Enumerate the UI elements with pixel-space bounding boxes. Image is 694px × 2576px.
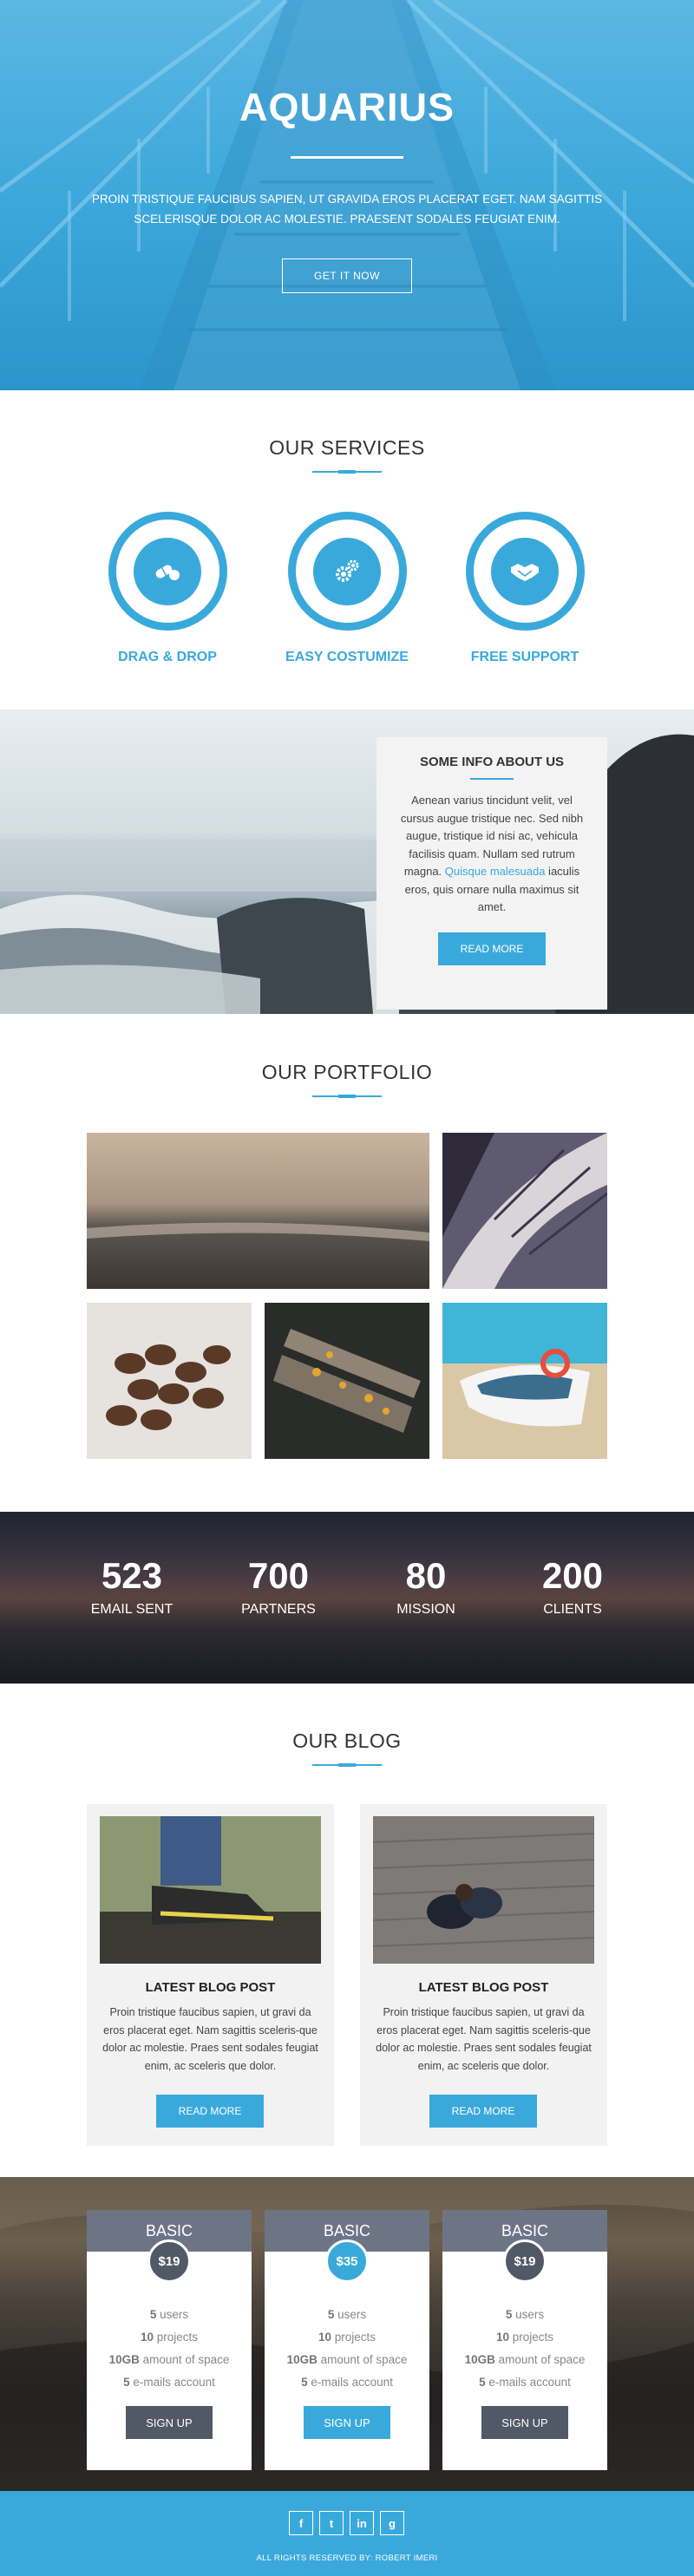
- service-ring: [465, 512, 585, 631]
- beach-image: [87, 1133, 429, 1289]
- pricing-features: 5 users 10 projects 10GB amount of space…: [108, 2308, 230, 2389]
- counter-label: EMAIL SENT: [90, 1602, 174, 1617]
- blog-post-title: LATEST BLOG POST: [418, 1980, 549, 1995]
- boat-image: [442, 1303, 607, 1459]
- counter-label: CLIENTS: [543, 1602, 602, 1617]
- couple-image: [373, 1816, 594, 1964]
- read-more-button[interactable]: READ MORE: [438, 932, 546, 965]
- blog-card: LATEST BLOG POST Proin tristique faucibu…: [87, 1804, 334, 2146]
- services-title: OUR SERVICES: [269, 436, 425, 459]
- counter-label: PARTNERS: [241, 1602, 316, 1617]
- counter-label: MISSION: [396, 1602, 455, 1617]
- counter-partners: 700 PARTNERS: [218, 1555, 339, 1618]
- info-link[interactable]: Quisque malesuada: [445, 865, 546, 878]
- blog-card: LATEST BLOG POST Proin tristique faucibu…: [360, 1804, 607, 2146]
- service-ring: [287, 512, 407, 631]
- blog-post-title: LATEST BLOG POST: [145, 1980, 276, 1995]
- counter-value: 200: [541, 1555, 604, 1596]
- counter-email-sent: 523 EMAIL SENT: [71, 1555, 193, 1618]
- sign-up-button[interactable]: SIGN UP: [126, 2406, 213, 2439]
- coffee-beans-image: [87, 1303, 252, 1459]
- portfolio-item-bench[interactable]: [265, 1303, 429, 1459]
- gears-icon: [336, 559, 359, 582]
- blog-image-sneaker[interactable]: [100, 1816, 321, 1964]
- handshake-icon: [511, 563, 539, 581]
- pricing-features: 5 users 10 projects 10GB amount of space…: [286, 2308, 408, 2389]
- googleplus-icon[interactable]: g: [380, 2511, 404, 2535]
- pricing-card: BASIC $35 5 users 10 projects 10GB amoun…: [265, 2210, 429, 2470]
- counter-mission: 80 MISSION: [365, 1555, 487, 1618]
- portfolio-item-beach[interactable]: [87, 1133, 429, 1289]
- blog-title: OUR BLOG: [292, 1729, 402, 1752]
- sneaker-image: [100, 1816, 321, 1964]
- hero-section: AQUARIUS PROIN TRISTIQUE FAUCIBUS SAPIEN…: [0, 0, 694, 390]
- info-text: Aenean varius tincidunt velit, vel cursu…: [400, 794, 584, 913]
- info-divider: [470, 778, 514, 780]
- hero-text: PROIN TRISTIQUE FAUCIBUS SAPIEN, UT GRAV…: [91, 193, 603, 226]
- hero-title: AQUARIUS: [239, 85, 455, 129]
- portfolio-divider: [312, 1095, 382, 1098]
- service-label: FREE SUPPORT: [470, 650, 579, 664]
- pills-icon: [155, 565, 180, 580]
- pricing-price: $35: [325, 2239, 369, 2283]
- sign-up-button[interactable]: SIGN UP: [481, 2406, 568, 2439]
- pricing-card: BASIC $19 5 users 10 projects 10GB amoun…: [87, 2210, 252, 2470]
- portfolio-item-boat[interactable]: [442, 1303, 607, 1459]
- hero-divider: [291, 156, 403, 159]
- services-divider: [312, 470, 382, 474]
- pricing-section: BASIC $19 5 users 10 projects 10GB amoun…: [0, 2177, 694, 2491]
- counter-value: 80: [405, 1555, 447, 1596]
- blog-read-more-button[interactable]: READ MORE: [156, 2095, 264, 2128]
- counter-clients: 200 CLIENTS: [512, 1555, 633, 1618]
- info-section: SOME INFO ABOUT US Aenean varius tincidu…: [0, 709, 694, 1014]
- pricing-card: BASIC $19 5 users 10 projects 10GB amoun…: [442, 2210, 607, 2470]
- bench-leaves-image: [265, 1303, 429, 1459]
- blog-post-text: Proin tristique faucibus sapien, ut grav…: [376, 2006, 592, 2072]
- service-free-support[interactable]: FREE SUPPORT: [447, 512, 603, 665]
- footer: f t in g ALL RIGHTS RESERVED BY: ROBERT …: [0, 2491, 694, 2576]
- blog-image-couple[interactable]: [373, 1816, 594, 1964]
- info-title: SOME INFO ABOUT US: [419, 755, 565, 769]
- service-label: DRAG & DROP: [118, 650, 217, 664]
- blog-read-more-button[interactable]: READ MORE: [429, 2095, 537, 2128]
- facebook-icon[interactable]: f: [289, 2511, 313, 2535]
- counter-value: 523: [101, 1555, 163, 1596]
- portfolio-item-building[interactable]: [442, 1133, 607, 1289]
- pricing-price: $19: [503, 2239, 547, 2283]
- service-easy-customize[interactable]: EASY COSTUMIZE: [269, 512, 425, 665]
- counter-value: 700: [247, 1555, 310, 1596]
- sign-up-button[interactable]: SIGN UP: [304, 2406, 390, 2439]
- pricing-features: 5 users 10 projects 10GB amount of space…: [464, 2308, 586, 2389]
- portfolio-title: OUR PORTFOLIO: [261, 1061, 433, 1083]
- pricing-price: $19: [147, 2239, 191, 2283]
- portfolio-item-coffee[interactable]: [87, 1303, 252, 1459]
- service-ring: [108, 512, 227, 631]
- info-card: SOME INFO ABOUT US Aenean varius tincidu…: [376, 737, 607, 1010]
- twitter-icon[interactable]: t: [319, 2511, 344, 2535]
- service-label: EASY COSTUMIZE: [285, 650, 409, 664]
- service-drag-drop[interactable]: DRAG & DROP: [89, 512, 246, 665]
- counters-section: 523 EMAIL SENT 700 PARTNERS 80 MISSION 2…: [0, 1512, 694, 1684]
- blog-divider: [312, 1763, 382, 1767]
- building-image: [442, 1133, 607, 1289]
- blog-post-text: Proin tristique faucibus sapien, ut grav…: [102, 2006, 318, 2072]
- get-it-now-button[interactable]: GET IT NOW: [282, 258, 412, 293]
- linkedin-icon[interactable]: in: [350, 2511, 374, 2535]
- copyright-text: ALL RIGHTS RESERVED BY: ROBERT IMERI: [256, 2553, 438, 2563]
